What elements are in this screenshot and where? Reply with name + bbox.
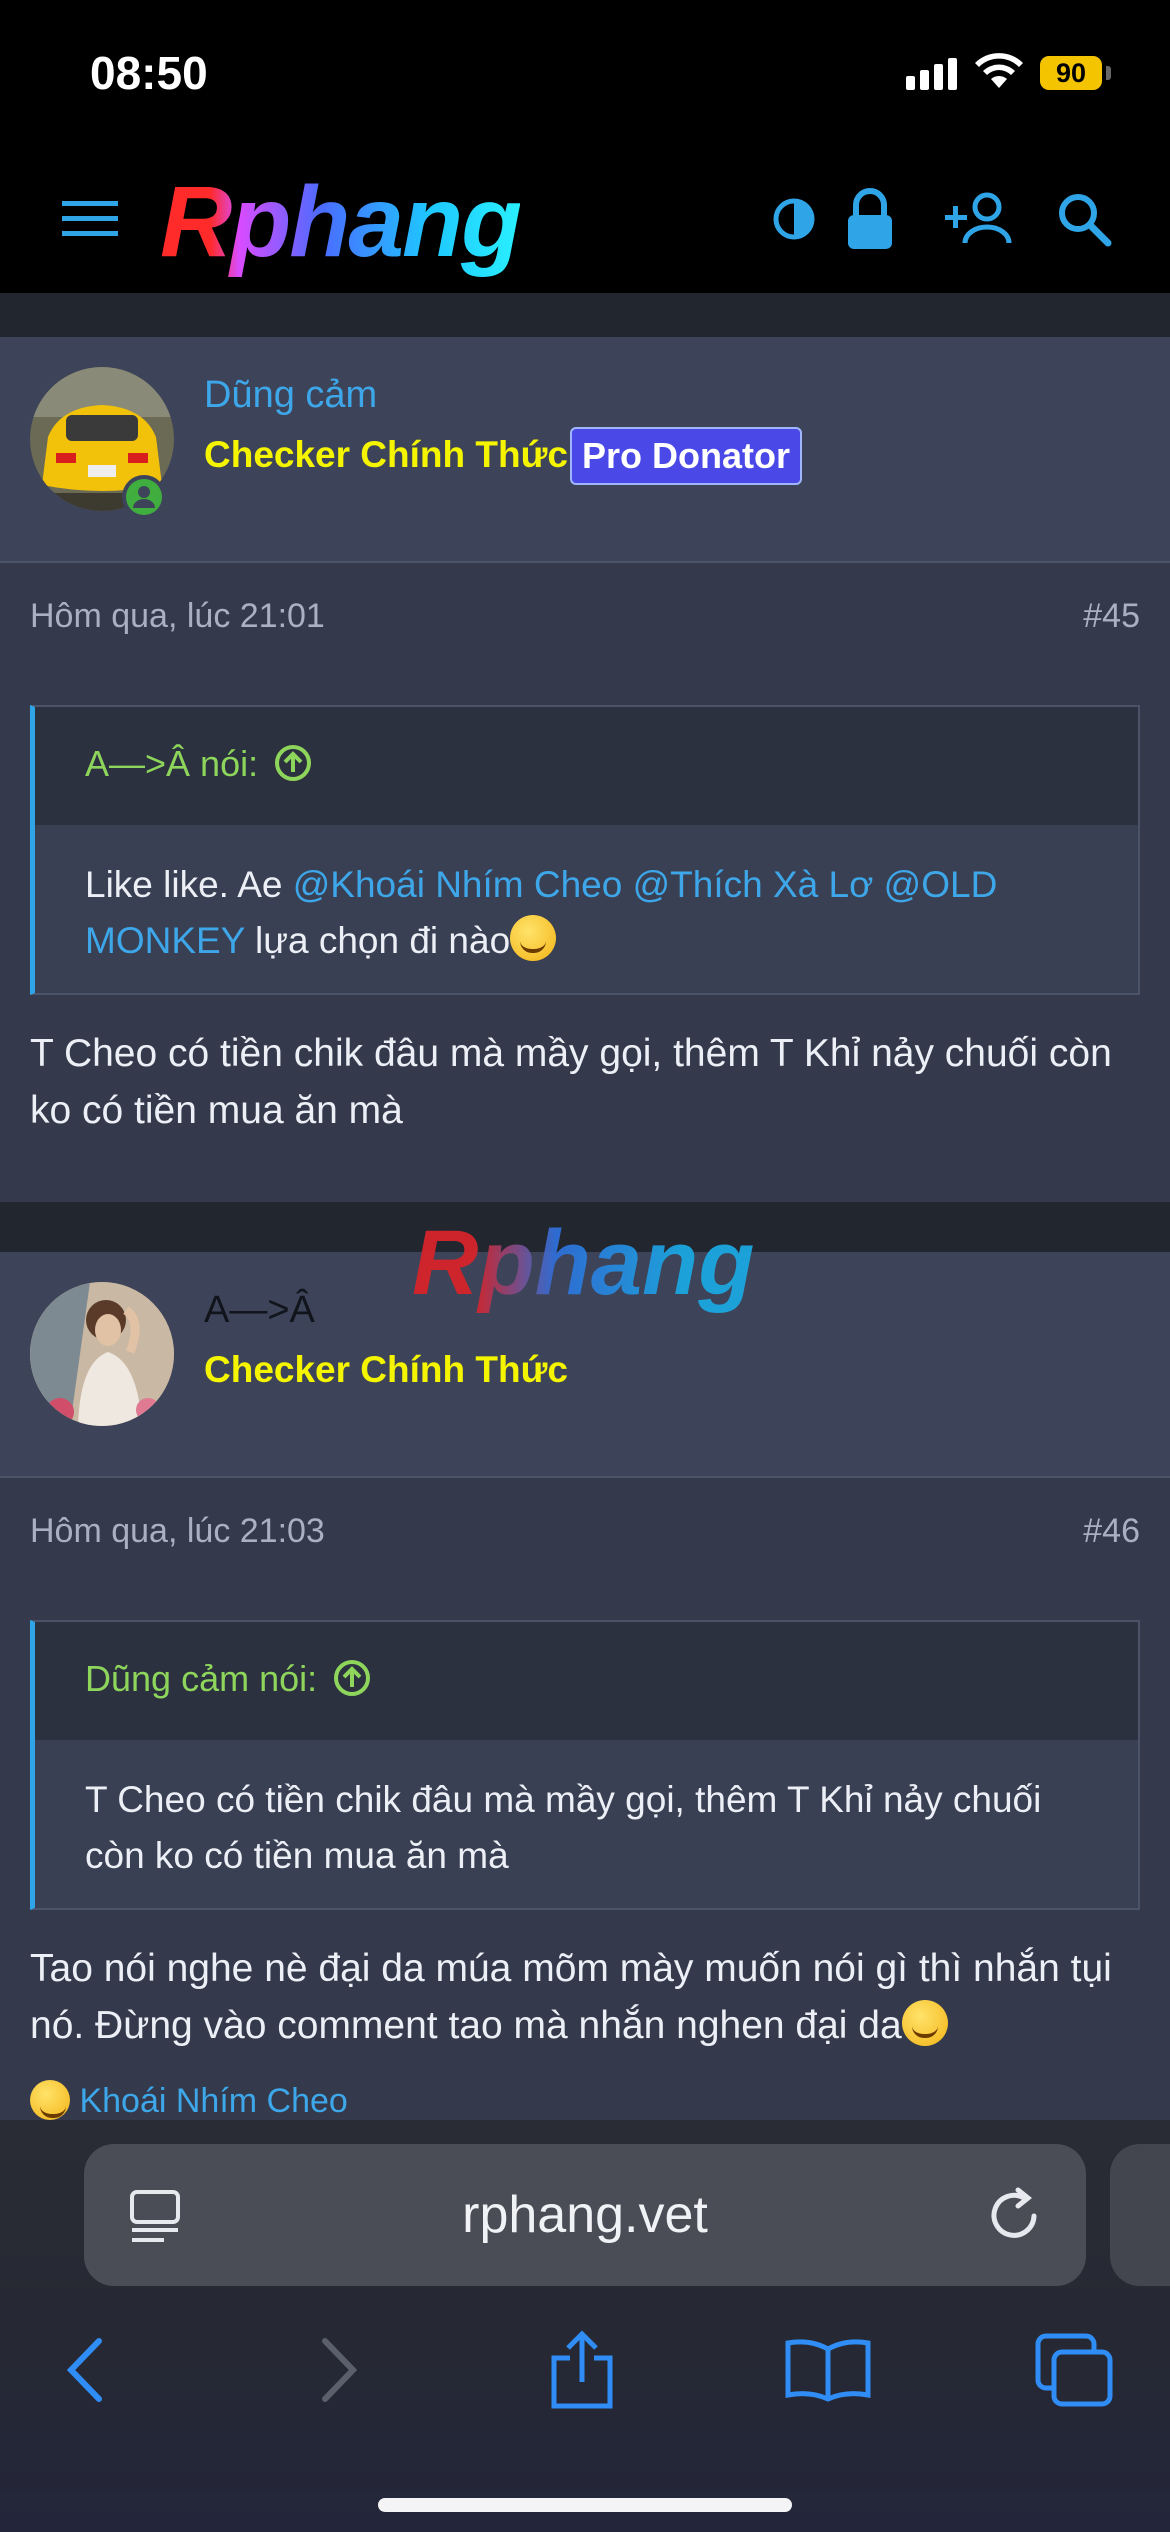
wifi-icon [972,50,1026,95]
status-bar: 08:50 90 [0,0,1170,145]
browser-toolbar: rphang.vet [0,2120,1170,2532]
quote-author[interactable]: Dũng cảm nói: [35,1622,1138,1740]
forward-icon[interactable] [288,2320,388,2420]
lock-icon[interactable] [830,179,910,259]
post-username[interactable]: Dũng cảm [204,374,377,417]
page-menu-icon[interactable] [128,2186,184,2251]
post-body: T Cheo có tiền chik đâu mà mầy gọi, thêm… [30,1032,1112,1132]
next-tab-preview[interactable] [1110,2144,1170,2286]
quote-text: T Cheo có tiền chik đâu mà mầy gọi, thêm… [85,1779,1042,1876]
avatar[interactable] [30,1282,174,1426]
post-45: Dũng cảm Checker Chính Thức Pro Donator … [0,337,1170,1202]
site-logo[interactable]: Rphang [160,167,522,277]
menu-icon[interactable] [50,179,130,259]
reload-icon[interactable] [984,2186,1044,2251]
jump-up-icon[interactable] [333,1659,371,1697]
post-date[interactable]: Hôm qua, lúc 21:03 [30,1512,325,1551]
battery-tip [1106,66,1111,80]
quote-text-end: lựa chọn đi nào [244,920,511,961]
rphang-watermark: Rphang [412,1208,754,1318]
address-bar[interactable]: rphang.vet [84,2144,1086,2286]
reaction-emoji-icon [30,2080,70,2120]
user-title: Checker Chính Thức [204,1349,568,1390]
header-divider [0,293,1170,337]
pro-donator-badge: Pro Donator [570,427,803,485]
wink-emoji-icon [901,2000,948,2046]
quote-author-label[interactable]: Dũng cảm nói: [85,1658,317,1699]
reaction-user[interactable]: Khoái Nhím Cheo [79,2082,347,2120]
share-icon[interactable] [532,2320,632,2420]
url-text[interactable]: rphang.vet [84,2144,1086,2286]
quote-author-label[interactable]: A—>Â nói: [85,743,258,784]
cellular-signal-icon [906,58,962,90]
bookmarks-icon[interactable] [778,2320,878,2420]
tabs-icon[interactable] [1024,2320,1124,2420]
mention-link[interactable]: @Thích Xà Lơ [633,864,874,905]
status-time: 08:50 [90,47,208,99]
quote-block: Dũng cảm nói: T Cheo có tiền chik đâu mà… [30,1620,1140,1910]
quote-block: A—>Â nói: Like like. Ae @Khoái Nhím Cheo… [30,705,1140,995]
user-title: Checker Chính Thức [204,434,568,475]
site-header: Rphang [0,145,1170,293]
jump-up-icon[interactable] [274,744,312,782]
post-body-text: Tao nói nghe nè đại da múa mõm mày muốn … [30,1947,1112,2047]
reaction-list[interactable]: Khoái Nhím Cheo [30,2080,348,2121]
register-user-icon[interactable] [938,179,1018,259]
post-username[interactable]: A—>Â [204,1289,315,1332]
wink-emoji-icon [510,915,557,961]
mention-link[interactable]: @Khoái Nhím Cheo [293,864,623,905]
online-status-icon [122,475,166,519]
post-number[interactable]: #45 [1083,597,1140,636]
quote-text-start: Like like. Ae [85,864,293,905]
search-icon[interactable] [1044,179,1124,259]
post-number[interactable]: #46 [1083,1512,1140,1551]
battery-icon: 90 [1040,56,1102,90]
post-body: Tao nói nghe nè đại da múa mõm mày muốn … [30,1940,1140,2054]
post-46: A—>Â Checker Chính Thức Hôm qua, lúc 21:… [0,1252,1170,2120]
theme-toggle-icon[interactable] [754,179,834,259]
quote-author[interactable]: A—>Â nói: [35,707,1138,825]
home-indicator [378,2498,792,2512]
post-date[interactable]: Hôm qua, lúc 21:01 [30,597,325,636]
quote-text: Like like. Ae @Khoái Nhím Cheo @Thích Xà… [35,825,1138,969]
back-icon[interactable] [36,2320,136,2420]
post-author-block: Dũng cảm Checker Chính Thức Pro Donator [0,337,1170,563]
